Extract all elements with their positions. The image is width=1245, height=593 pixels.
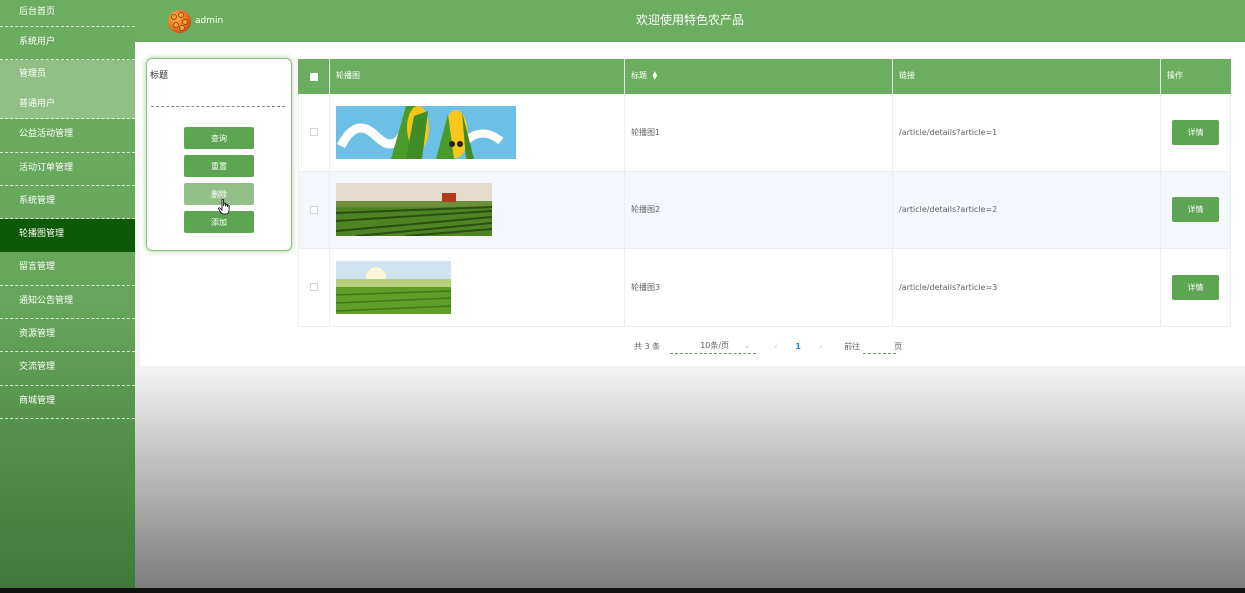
action-cell: 详情 (1161, 171, 1231, 248)
action-cell: 详情 (1161, 249, 1231, 326)
link-cell: /article/details?article=3 (893, 249, 1161, 326)
sidebar-item-charity-activities[interactable]: 公益活动管理 (0, 119, 135, 153)
link-cell: /article/details?article=2 (893, 171, 1161, 248)
title-cell: 轮播图1 (625, 94, 893, 171)
pagination: 共 3 条 10条/页 ⌄ ‹ 1 › 前往 页 (634, 338, 902, 354)
column-image: 轮播图 (330, 59, 625, 94)
details-button[interactable]: 详情 (1172, 119, 1219, 145)
sidebar-item-admins[interactable]: 管理员 (0, 60, 135, 90)
details-button[interactable]: 详情 (1172, 197, 1219, 223)
row-check-cell (298, 249, 330, 326)
sidebar-item-exchange[interactable]: 交流管理 (0, 352, 135, 386)
sidebar-item-carousel[interactable]: 轮播图管理 (0, 219, 135, 253)
top-header: admin 欢迎使用特色农产品 (135, 0, 1245, 42)
carousel-image-tractor-field (336, 183, 492, 237)
next-page-icon[interactable]: › (819, 342, 822, 351)
column-title-label: 标题 (631, 71, 647, 80)
column-action: 操作 (1167, 71, 1183, 80)
goto-suffix: 页 (894, 341, 903, 351)
hand-cursor-icon (218, 199, 230, 215)
sidebar-item-normal-users[interactable]: 普通用户 (0, 89, 135, 120)
table-row: 轮播图1 /article/details?article=1 详情 (298, 94, 1231, 172)
sidebar-item-system-users[interactable]: 系统用户 (0, 27, 135, 61)
image-cell (330, 94, 625, 171)
chevron-down-icon: ⌄ (743, 341, 751, 350)
row-check-cell (298, 94, 330, 171)
title-label: 标题 (150, 71, 169, 81)
link-cell: /article/details?article=1 (893, 94, 1161, 171)
prev-page-icon[interactable]: ‹ (774, 342, 777, 351)
page-size-select[interactable]: 10条/页 ⌄ (670, 338, 757, 354)
table-row: 轮播图2 /article/details?article=2 详情 (298, 171, 1231, 249)
sidebar-item-notices[interactable]: 通知公告管理 (0, 286, 135, 320)
reset-button[interactable]: 重置 (184, 155, 254, 177)
row-checkbox[interactable] (310, 283, 318, 292)
title-cell: 轮播图3 (625, 249, 893, 326)
sidebar-item-messages[interactable]: 留言管理 (0, 252, 135, 286)
select-all-checkbox[interactable] (309, 72, 318, 81)
image-cell (330, 171, 625, 248)
title-search-input[interactable] (151, 89, 285, 107)
sidebar-item-shop[interactable]: 商城管理 (0, 386, 135, 419)
image-cell (330, 249, 625, 326)
page-number-current[interactable]: 1 (795, 342, 801, 351)
sidebar-item-home[interactable]: 后台首页 (0, 0, 135, 27)
details-button[interactable]: 详情 (1172, 274, 1219, 300)
bottom-bar (0, 588, 1245, 593)
row-checkbox[interactable] (310, 128, 318, 137)
goto-label: 前往 (844, 341, 861, 351)
table-row: 轮播图3 /article/details?article=3 详情 (298, 249, 1231, 327)
title-cell: 轮播图2 (625, 171, 893, 248)
carousel-image-corn (336, 105, 516, 159)
sidebar-item-activity-orders[interactable]: 活动订单管理 (0, 153, 135, 186)
query-button[interactable]: 查询 (184, 127, 254, 149)
sidebar: 后台首页 系统用户 管理员 普通用户 公益活动管理 活动订单管理 系统管理 轮播… (0, 0, 135, 588)
carousel-image-sunny-field (336, 260, 451, 314)
total-count: 共 3 条 (634, 341, 661, 351)
page-size-value: 10条/页 (700, 341, 730, 350)
row-check-cell (298, 171, 330, 248)
page-title: 欢迎使用特色农产品 (635, 13, 744, 27)
table-header: 轮播图 标题 ▲ ▼ 链接 操作 (298, 59, 1231, 94)
column-link: 链接 (893, 59, 1161, 94)
action-cell: 详情 (1161, 94, 1231, 171)
select-all-cell (298, 59, 330, 94)
row-checkbox[interactable] (310, 205, 318, 214)
sort-icon[interactable]: ▲ ▼ (653, 70, 658, 80)
column-title[interactable]: 标题 ▲ ▼ (625, 59, 893, 94)
carousel-table: 轮播图 标题 ▲ ▼ 链接 操作 轮播图1 /article/details?a… (298, 59, 1231, 327)
sidebar-item-system-management[interactable]: 系统管理 (0, 186, 135, 220)
search-card: 标题 查询 重置 删除 添加 (146, 58, 292, 251)
goto-page-input[interactable] (863, 338, 897, 354)
sidebar-item-resources[interactable]: 资源管理 (0, 319, 135, 353)
